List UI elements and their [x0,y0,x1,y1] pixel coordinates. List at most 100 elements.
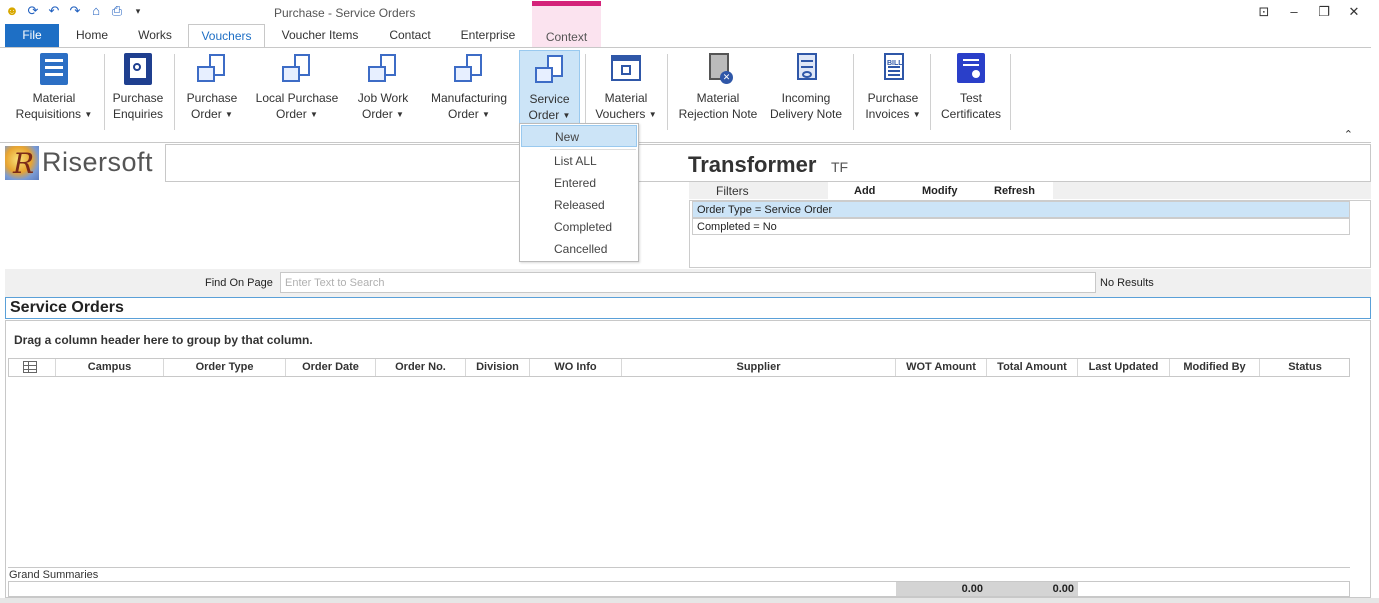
tab-enterprise[interactable]: Enterprise [452,24,524,47]
column-header[interactable]: Order Date [286,359,376,376]
material-rejection-note-button[interactable]: ✕ Material Rejection Note [674,50,762,132]
material-vouchers-button[interactable]: Material Vouchers ▼ [592,50,660,132]
column-header[interactable]: Supplier [622,359,896,376]
filter-add-button[interactable]: Add [854,185,875,197]
ribbon-separator [1010,54,1011,130]
column-header[interactable]: Modified By [1170,359,1260,376]
order-icon [366,52,400,86]
purchase-order-button[interactable]: Purchase Order ▼ [180,50,244,132]
find-input[interactable] [280,272,1096,293]
ribbon-separator [667,54,668,130]
filter-modify-button[interactable]: Modify [922,185,957,197]
undo-icon[interactable]: ↶ [46,3,62,19]
grid-header: Campus Order Type Order Date Order No. D… [8,358,1350,377]
title-bar: ☻ ⟳ ↶ ↷ ⌂ ⎙ ▾ Purchase - Service Orders … [0,0,1379,24]
column-header[interactable]: WOT Amount [896,359,987,376]
test-certificates-button[interactable]: Test Certificates [936,50,1006,132]
redo-icon[interactable]: ↷ [67,3,83,19]
dropdown-arrow-icon: ▼ [84,109,93,119]
tab-voucher-items[interactable]: Voucher Items [272,24,368,47]
ribbon-tabs: File Home Works Vouchers Voucher Items C… [0,1,1379,48]
group-by-hint: Drag a column header here to group by th… [14,333,313,347]
ribbon: Material Requisitions ▼ Purchase Enquiri… [0,47,1371,143]
refresh-icon[interactable]: ⟳ [25,3,41,19]
grand-summaries-label: Grand Summaries [8,567,1350,581]
tab-home[interactable]: Home [65,24,119,47]
ribbon-separator [174,54,175,130]
column-header[interactable]: Division [466,359,530,376]
tab-contact[interactable]: Contact [380,24,440,47]
print-icon[interactable]: ⎙ [109,3,125,19]
find-result: No Results [1100,277,1154,289]
column-header[interactable]: Last Updated [1078,359,1170,376]
order-icon [195,52,229,86]
dropdown-arrow-icon: ▼ [912,109,921,119]
service-order-button[interactable]: Service Order ▼ [519,50,580,132]
order-icon [280,52,314,86]
job-work-order-button[interactable]: Job Work Order ▼ [352,50,414,132]
grid-icon [23,361,37,373]
qat-dropdown-icon[interactable]: ▾ [130,3,146,19]
ribbon-separator [585,54,586,130]
grand-summaries-row: 0.00 0.00 [8,581,1350,597]
status-strip [0,598,1379,603]
local-purchase-order-button[interactable]: Local Purchase Order ▼ [252,50,342,132]
manufacturing-order-button[interactable]: Manufacturing Order ▼ [426,50,512,132]
tab-context[interactable]: Context [532,1,601,47]
column-header[interactable]: Total Amount [987,359,1078,376]
logo: R Risersoft [5,146,165,180]
rejection-note-icon: ✕ [701,52,735,86]
collapse-ribbon-icon[interactable]: ⌃ [1344,128,1353,141]
dropdown-item-released[interactable]: Released [521,194,637,216]
minimize-icon[interactable]: – [1279,3,1309,21]
dropdown-arrow-icon: ▼ [310,109,318,119]
logo-mark-icon: R [5,146,39,180]
find-label: Find On Page [205,277,273,289]
app-icon[interactable]: ☻ [4,3,20,19]
column-chooser[interactable] [9,359,56,376]
logo-text: Risersoft [42,147,154,177]
filter-row[interactable]: Order Type = Service Order [692,201,1350,218]
filter-refresh-button[interactable]: Refresh [994,185,1035,197]
quick-access-toolbar: ☻ ⟳ ↶ ↷ ⌂ ⎙ ▾ [4,3,146,19]
tab-vouchers[interactable]: Vouchers [188,24,265,48]
incoming-delivery-note-button[interactable]: Incoming Delivery Note [766,50,846,132]
certificate-icon [954,52,988,86]
dropdown-arrow-icon: ▼ [396,109,404,119]
dropdown-item-list-all[interactable]: List ALL [521,150,637,172]
dropdown-item-completed[interactable]: Completed [521,216,637,238]
dropdown-item-new[interactable]: New [521,125,637,147]
close-icon[interactable]: ✕ [1339,3,1369,21]
delivery-note-icon [789,52,823,86]
material-requisitions-button[interactable]: Material Requisitions ▼ [10,50,98,132]
order-icon [452,52,486,86]
bill-icon: BILL [876,52,910,86]
filters-label: Filters [716,184,749,198]
dropdown-item-entered[interactable]: Entered [521,172,637,194]
purchase-enquiries-button[interactable]: Purchase Enquiries [108,50,168,132]
checklist-icon [37,52,71,86]
home-icon[interactable]: ⌂ [88,3,104,19]
summary-wot-amount: 0.00 [896,582,987,596]
dropdown-arrow-icon: ▼ [648,109,657,119]
dropdown-arrow-icon: ▼ [482,109,490,119]
tab-works[interactable]: Works [128,24,182,47]
filter-row[interactable]: Completed = No [692,218,1350,235]
enquiry-icon [121,52,155,86]
dropdown-item-cancelled[interactable]: Cancelled [521,238,637,260]
window-title: Purchase - Service Orders [274,6,416,20]
company-code: TF [831,159,849,175]
ribbon-separator [104,54,105,130]
restore-icon[interactable]: ❐ [1309,3,1339,21]
service-order-dropdown: New List ALL Entered Released Completed … [519,123,639,262]
column-header[interactable]: Campus [56,359,164,376]
column-header[interactable]: Order Type [164,359,286,376]
column-header[interactable]: Status [1260,359,1350,376]
column-header[interactable]: Order No. [376,359,466,376]
ribbon-display-icon[interactable]: ⊡ [1249,3,1279,21]
column-header[interactable]: WO Info [530,359,622,376]
purchase-invoices-button[interactable]: BILL Purchase Invoices ▼ [860,50,926,132]
summary-total-amount: 0.00 [987,582,1078,596]
tab-file[interactable]: File [5,24,59,47]
order-icon [533,53,567,87]
